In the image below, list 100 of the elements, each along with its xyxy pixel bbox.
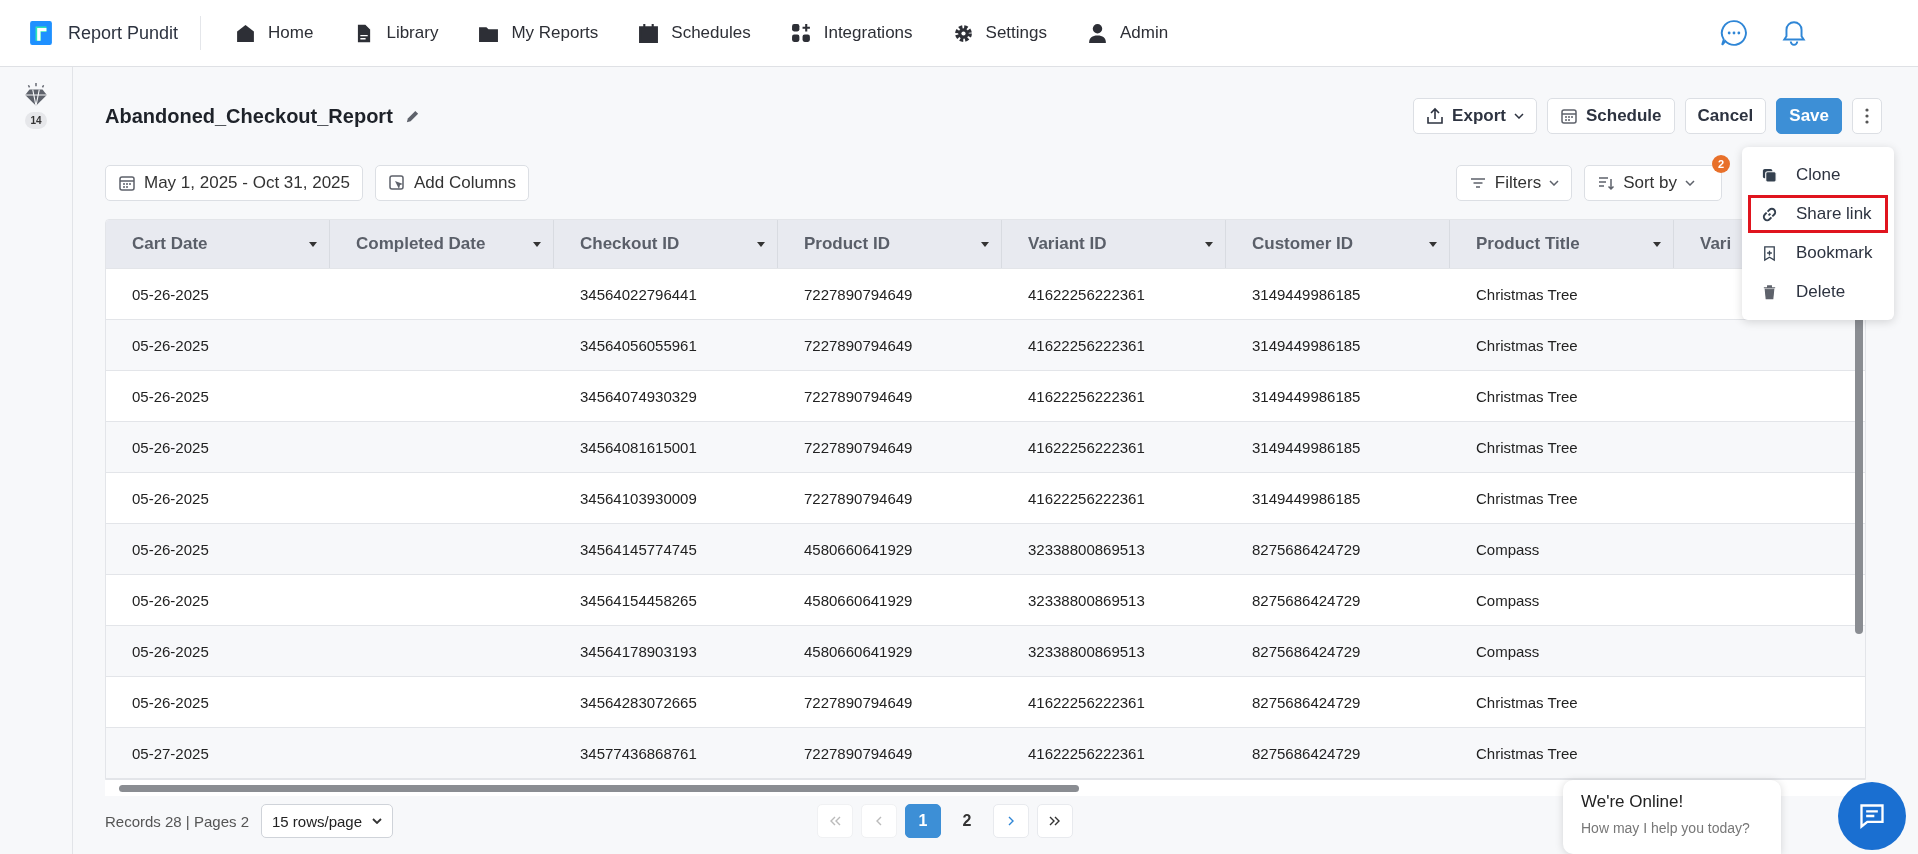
upload-icon [1426,107,1445,125]
table-cell: 3149449986185 [1252,489,1361,507]
link-icon [1761,205,1778,223]
caret-icon [1549,180,1560,186]
table-cell: 41622256222361 [1028,285,1145,303]
menu-item[interactable]: Share link [1748,195,1888,233]
last-page-button[interactable] [1037,804,1073,838]
sort-icon [1597,174,1616,192]
table-cell: 05-26-2025 [132,285,209,303]
more-button[interactable] [1852,98,1882,134]
nav-link[interactable]: Admin [1067,22,1189,44]
table-cell: Christmas Tree [1476,285,1578,303]
nav-link[interactable]: Library [333,22,459,44]
add-columns-button[interactable]: Add Columns [375,165,530,201]
table-cell: Compass [1476,540,1540,558]
table-cell: 34564145774745 [580,540,697,558]
table-cell: Christmas Tree [1476,336,1578,354]
table-cell: 05-27-2025 [132,744,209,762]
user-icon [1087,22,1108,44]
logo-icon [30,21,52,45]
cursor-icon [388,174,406,192]
count-badge: 14 [25,112,47,129]
copy-icon [1761,166,1778,184]
double-chevron-right-icon [1049,816,1061,826]
table-cell: 34564283072665 [580,693,697,711]
caret-icon [309,241,317,247]
brand-name[interactable]: Report Pundit [68,22,179,44]
table-cell: 4580660641929 [804,642,913,660]
table-cell: Christmas Tree [1476,489,1578,507]
table-cell: 3149449986185 [1252,387,1361,405]
caret-icon [533,241,541,247]
table-cell: 32338800869513 [1028,540,1145,558]
nav-link[interactable]: Schedules [618,22,771,44]
table-cell: Compass [1476,642,1540,660]
scrollbar-thumb[interactable] [119,784,1079,792]
filters-button[interactable]: Filters [1455,165,1573,201]
nav-link[interactable]: Home [215,22,334,44]
calendar-icon [1559,107,1578,125]
table-cell: 8275686424729 [1252,591,1361,609]
table-cell: Christmas Tree [1476,438,1578,456]
table-cell: 34564178903193 [580,642,697,660]
table-cell: 41622256222361 [1028,438,1145,456]
nav-link[interactable]: Integrations [770,22,933,44]
caret-icon [1429,241,1437,247]
calendar-icon [118,174,136,192]
table-cell: 32338800869513 [1028,642,1145,660]
schedule-button[interactable]: Schedule [1546,98,1675,134]
table-cell: 7227890794649 [804,336,913,354]
nav-link[interactable]: My Reports [458,22,619,44]
column-header[interactable]: Checkout ID [554,220,778,268]
chat-subtitle: How may I help you today? [1581,820,1751,836]
export-button[interactable]: Export [1413,98,1537,134]
chat-bubble[interactable]: We're Online! How may I help you today? [1563,780,1781,854]
apps-icon [790,22,812,44]
date-range-button[interactable]: May 1, 2025 - Oct 31, 2025 [105,165,363,201]
table-cell: 34577436868761 [580,744,697,762]
table-cell: 41622256222361 [1028,489,1145,507]
table-cell: 8275686424729 [1252,744,1361,762]
table-cell: 34564081615001 [580,438,697,456]
cancel-button[interactable]: Cancel [1684,98,1767,134]
menu-item[interactable]: Delete [1748,273,1888,311]
chat-icon[interactable] [1720,19,1748,47]
column-header[interactable]: Product Title [1450,220,1674,268]
calendar-icon [638,22,660,44]
table-cell: 3149449986185 [1252,336,1361,354]
column-header[interactable]: Product ID [778,220,1002,268]
nav-link[interactable]: Settings [932,22,1067,44]
diamond-icon[interactable] [23,83,49,107]
table-cell: 34564022796441 [580,285,697,303]
menu-item[interactable]: Clone [1748,156,1888,194]
table-cell: 05-26-2025 [132,336,209,354]
table-cell: Christmas Tree [1476,744,1578,762]
report-title: Abandoned_Checkout_Report [105,104,393,128]
table-cell: Christmas Tree [1476,387,1578,405]
table-cell: 4580660641929 [804,591,913,609]
table-cell: 34564103930009 [580,489,697,507]
caret-icon [1685,180,1695,186]
table-cell: 7227890794649 [804,489,913,507]
menu-item[interactable]: Bookmark [1748,234,1888,272]
caret-icon [1205,241,1213,247]
table-cell: 7227890794649 [804,693,913,711]
column-header[interactable]: Variant ID [1002,220,1226,268]
page-button[interactable]: 2 [949,804,985,838]
column-header[interactable]: Customer ID [1226,220,1450,268]
table-cell: 05-26-2025 [132,591,209,609]
edit-icon[interactable] [404,108,420,124]
table-cell: 05-26-2025 [132,489,209,507]
table-cell: 4580660641929 [804,540,913,558]
notification-icon[interactable] [1780,19,1808,47]
table-cell: 32338800869513 [1028,591,1145,609]
table-cell: 34564154458265 [580,591,697,609]
caret-icon [757,241,765,247]
column-header[interactable]: Completed Date [330,220,554,268]
column-header[interactable]: Cart Date [106,220,330,268]
bookmark-icon [1761,244,1778,262]
table-cell: 34564056055961 [580,336,697,354]
table-cell: Christmas Tree [1476,693,1578,711]
table-cell: 05-26-2025 [132,693,209,711]
table-cell: Compass [1476,591,1540,609]
rows-per-page-select[interactable]: 15 rows/page [261,804,394,838]
